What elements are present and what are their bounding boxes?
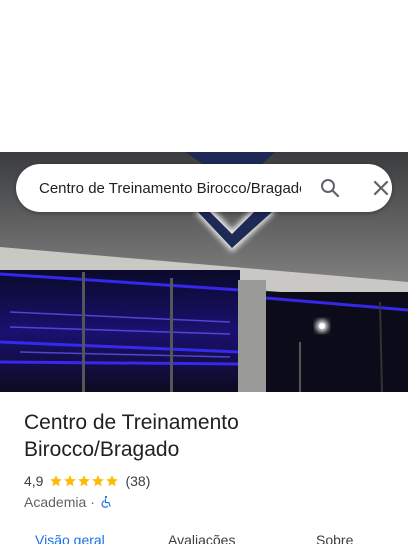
tab-reviews[interactable]: Avaliações: [168, 532, 235, 544]
star-icon: [78, 475, 91, 487]
star-icon: [92, 475, 105, 487]
tab-about[interactable]: Sobre: [316, 532, 353, 544]
map-top-area: [0, 0, 408, 152]
rating-value: 4,9: [24, 473, 44, 489]
wheelchair-accessible-icon: [101, 495, 111, 508]
review-count[interactable]: (38): [125, 473, 150, 489]
star-rating: [49, 474, 119, 488]
separator: ·: [90, 494, 95, 510]
category-row: Academia ·: [24, 492, 113, 512]
star-icon: [106, 475, 119, 487]
star-icon: [50, 475, 63, 487]
search-icon[interactable]: [318, 176, 342, 200]
place-category: Academia: [24, 494, 87, 510]
rating-row[interactable]: 4,9 (38): [24, 471, 150, 491]
place-tabs: Visão geral Avaliações Sobre: [0, 528, 408, 544]
search-input[interactable]: Centro de Treinamento Birocco/Bragado: [39, 179, 301, 199]
close-icon[interactable]: [369, 176, 393, 200]
search-bar[interactable]: Centro de Treinamento Birocco/Bragado: [16, 164, 392, 212]
star-icon: [64, 475, 77, 487]
tab-overview[interactable]: Visão geral: [35, 532, 105, 544]
place-title: Centro de Treinamento Birocco/Bragado: [24, 411, 239, 461]
